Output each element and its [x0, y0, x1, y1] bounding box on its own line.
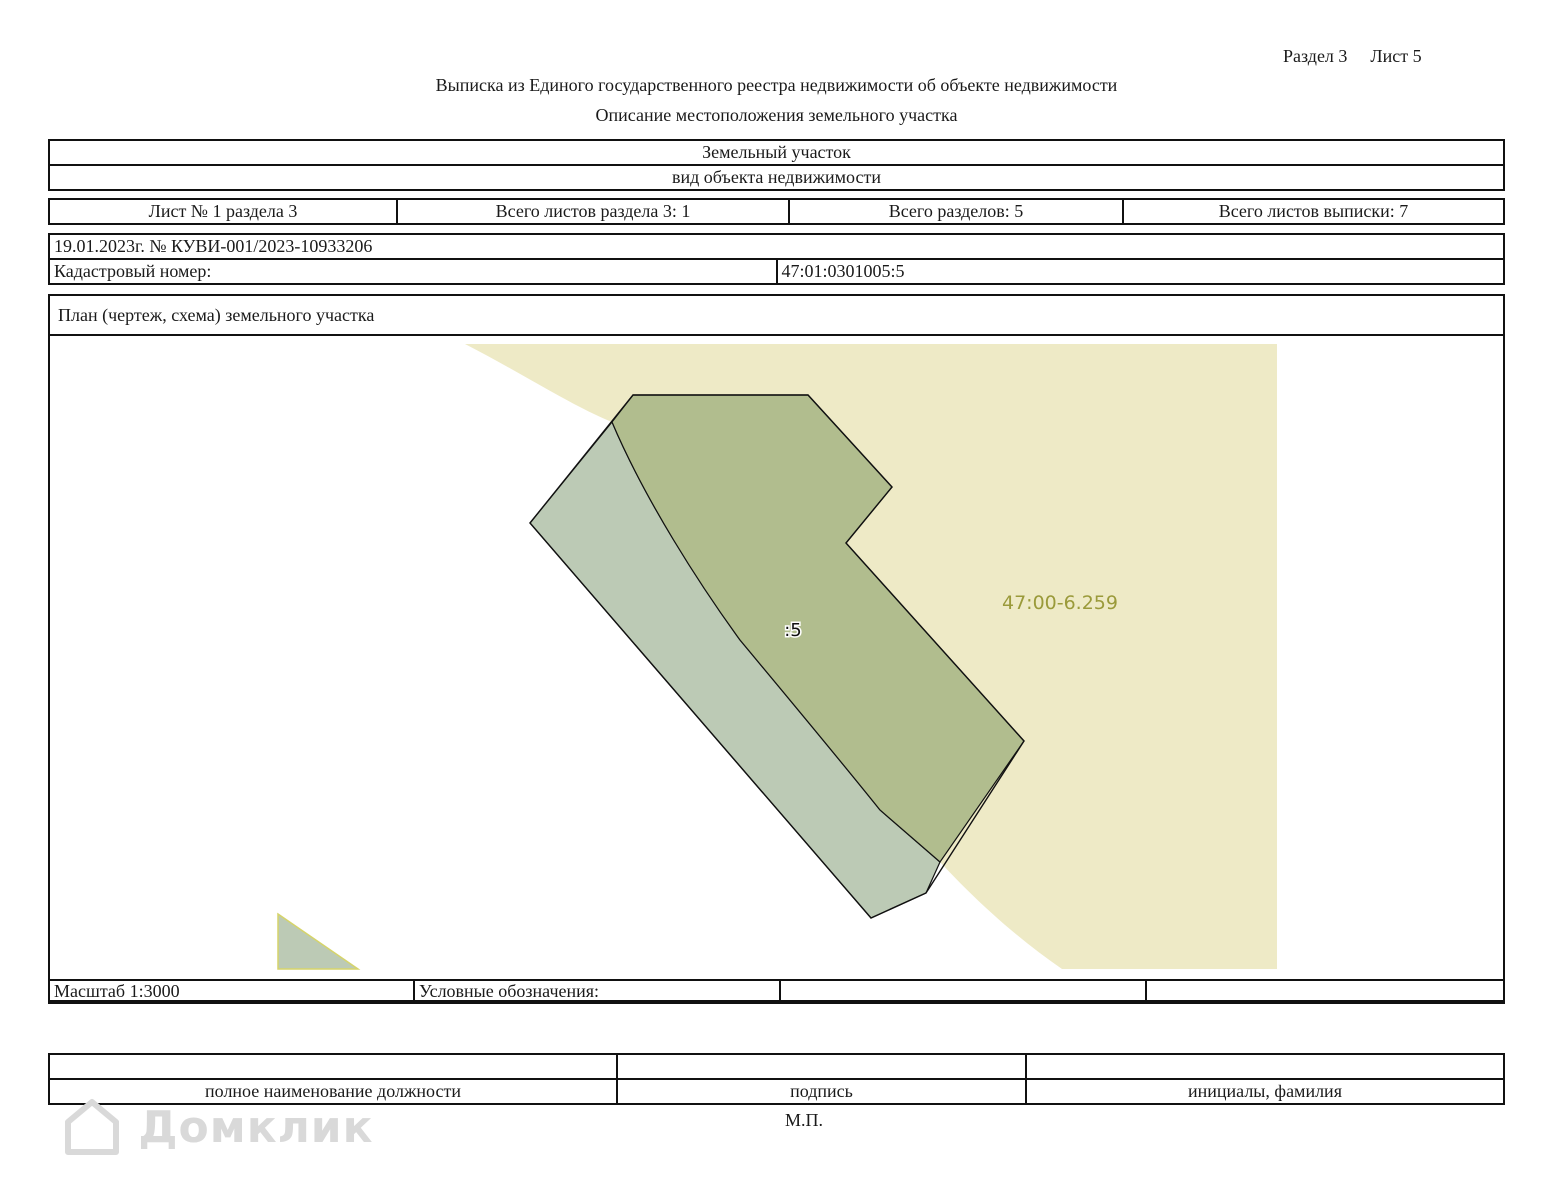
scale-label: Масштаб 1:3000 — [48, 979, 415, 1004]
name-caption: инициалы, фамилия — [1025, 1078, 1505, 1105]
signature-table: полное наименование должности подпись ин… — [48, 1053, 1505, 1105]
seal-label: М.П. — [784, 1110, 823, 1130]
signature-cell — [616, 1053, 1027, 1080]
legend-label: Условные обозначения: — [413, 979, 781, 1004]
name-cell — [1025, 1053, 1505, 1080]
legend-cell-3 — [779, 979, 1147, 1004]
corner-strip — [277, 912, 361, 970]
zone-label: 47:00-6.259 — [1002, 592, 1118, 614]
legend-cell-4 — [1145, 979, 1505, 1004]
watermark: Домклик — [62, 1099, 374, 1160]
parcel-label: :5 — [784, 620, 802, 641]
signature-caption: подпись — [616, 1078, 1027, 1105]
plan-drawing: :5 47:00-6.259 — [277, 344, 1277, 970]
position-cell — [48, 1053, 618, 1080]
watermark-text: Домклик — [138, 1102, 374, 1153]
house-logo-icon — [65, 1099, 119, 1155]
scale-table: Масштаб 1:3000 Условные обозначения: — [48, 979, 1505, 1004]
